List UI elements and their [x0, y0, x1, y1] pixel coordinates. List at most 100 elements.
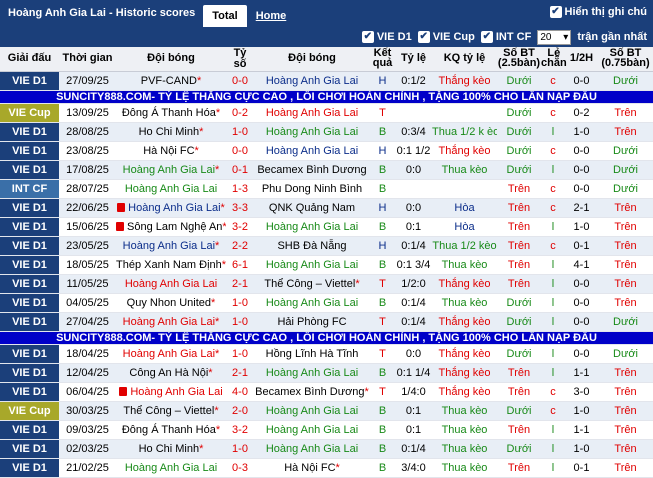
away-team-cell[interactable]: Hà Nội FC*: [254, 458, 370, 478]
table-row[interactable]: VIE D1 23/08/25 Hà Nội FC* 0-0 Hoàng Anh Gia…: [0, 141, 653, 161]
checkbox-checked-icon[interactable]: ✔: [480, 31, 493, 43]
score-cell[interactable]: 0-3: [226, 458, 254, 478]
ad-banner-row[interactable]: SUNCITY888.COM- TỶ LỆ THẮNG CỰC CAO , LỐ…: [0, 90, 653, 104]
score-cell[interactable]: 0-1: [226, 160, 254, 180]
table-row[interactable]: VIE D1 02/03/25 Ho Chi Minh* 1-0 Hoàng Anh G…: [0, 439, 653, 459]
table-row[interactable]: VIE D1 18/05/25 Thép Xanh Nam Định* 6-1 Hoàn…: [0, 255, 653, 275]
home-team-cell[interactable]: Hoàng Anh Gia Lai: [116, 458, 226, 478]
league-cell[interactable]: VIE D1: [0, 217, 59, 237]
table-row[interactable]: VIE D1 18/04/25 Hoàng Anh Gia Lai* 1-0 Hồng …: [0, 344, 653, 364]
tab-home[interactable]: Home: [247, 5, 296, 27]
away-team-cell[interactable]: Phu Dong Ninh Bình: [254, 179, 370, 199]
table-row[interactable]: VIE D1 28/08/25 Ho Chi Minh* 1-0 Hoàng Anh G…: [0, 122, 653, 142]
league-cell[interactable]: VIE D1: [0, 141, 59, 161]
league-cell[interactable]: VIE D1: [0, 236, 59, 256]
score-cell[interactable]: 0-2: [226, 103, 254, 123]
away-team-cell[interactable]: Hoàng Anh Gia Lai: [254, 141, 370, 161]
home-team-cell[interactable]: Đông Á Thanh Hóa*: [116, 420, 226, 440]
away-team-cell[interactable]: Hoàng Anh Gia Lai: [254, 103, 370, 123]
table-row[interactable]: VIE Cup 30/03/25 Thể Công – Viettel* 2-0 Hoà…: [0, 401, 653, 421]
away-team-cell[interactable]: Hải Phòng FC: [254, 312, 370, 332]
score-cell[interactable]: 0-0: [226, 141, 254, 161]
league-cell[interactable]: VIE D1: [0, 122, 59, 142]
score-cell[interactable]: 4-0: [226, 382, 254, 402]
away-team-cell[interactable]: Hoàng Anh Gia Lai: [254, 122, 370, 142]
league-cell[interactable]: VIE D1: [0, 255, 59, 275]
league-cell[interactable]: VIE D1: [0, 458, 59, 478]
score-cell[interactable]: 3-2: [226, 217, 254, 237]
table-row[interactable]: VIE D1 09/03/25 Đông Á Thanh Hóa* 3-2 Hoàng …: [0, 420, 653, 440]
ad-banner-row-2[interactable]: SUNCITY888.COM- TỶ LỆ THẮNG CỰC CAO , LỐ…: [0, 331, 653, 345]
filter-int-cf[interactable]: ✔ INT CF: [480, 31, 531, 43]
league-cell[interactable]: VIE D1: [0, 363, 59, 383]
league-cell[interactable]: VIE D1: [0, 420, 59, 440]
league-cell[interactable]: VIE D1: [0, 382, 59, 402]
table-row[interactable]: INT CF 28/07/25 Hoàng Anh Gia Lai 1-3 Phu Do…: [0, 179, 653, 199]
table-row[interactable]: VIE D1 22/06/25 Hoàng Anh Gia Lai* 3-3 QNK Q…: [0, 198, 653, 218]
score-cell[interactable]: 3-2: [226, 420, 254, 440]
away-team-cell[interactable]: Hoàng Anh Gia Lai: [254, 439, 370, 459]
tab-total[interactable]: Total: [203, 5, 247, 27]
table-row[interactable]: VIE D1 11/05/25 Hoàng Anh Gia Lai 2-1 Thể Cô…: [0, 274, 653, 294]
away-team-cell[interactable]: Hoàng Anh Gia Lai: [254, 401, 370, 421]
table-row[interactable]: VIE D1 27/04/25 Hoàng Anh Gia Lai* 1-0 Hải P…: [0, 312, 653, 332]
league-cell[interactable]: INT CF: [0, 179, 59, 199]
home-team-cell[interactable]: Hoàng Anh Gia Lai*: [116, 236, 226, 256]
home-team-cell[interactable]: Hoàng Anh Gia Lai: [116, 382, 226, 402]
home-team-cell[interactable]: Ho Chi Minh*: [116, 439, 226, 459]
home-team-cell[interactable]: Hà Nội FC*: [116, 141, 226, 161]
home-team-cell[interactable]: PVF-CAND*: [116, 71, 226, 91]
league-cell[interactable]: VIE D1: [0, 71, 59, 91]
score-cell[interactable]: 2-2: [226, 236, 254, 256]
away-team-cell[interactable]: Becamex Bình Dương: [254, 160, 370, 180]
home-team-cell[interactable]: Hoàng Anh Gia Lai*: [116, 160, 226, 180]
league-cell[interactable]: VIE D1: [0, 344, 59, 364]
home-team-cell[interactable]: Sông Lam Nghệ An*: [116, 217, 226, 237]
filter-vie-cup[interactable]: ✔ VIE Cup: [417, 31, 475, 43]
ad-banner-2[interactable]: SUNCITY888.COM- TỶ LỆ THẮNG CỰC CAO , LỐ…: [0, 331, 653, 345]
score-cell[interactable]: 3-3: [226, 198, 254, 218]
home-team-cell[interactable]: Thể Công – Viettel*: [116, 401, 226, 421]
score-cell[interactable]: 6-1: [226, 255, 254, 275]
score-cell[interactable]: 0-0: [226, 71, 254, 91]
table-row[interactable]: VIE D1 06/04/25 Hoàng Anh Gia Lai 4-0 Became…: [0, 382, 653, 402]
away-team-cell[interactable]: Hoàng Anh Gia Lai: [254, 363, 370, 383]
score-cell[interactable]: 1-0: [226, 439, 254, 459]
checkbox-checked-icon[interactable]: ✔: [549, 6, 562, 18]
table-row[interactable]: VIE D1 21/02/25 Hoàng Anh Gia Lai 0-3 Hà Nội…: [0, 458, 653, 478]
home-team-cell[interactable]: Hoàng Anh Gia Lai: [116, 274, 226, 294]
score-cell[interactable]: 1-0: [226, 293, 254, 313]
away-team-cell[interactable]: Hoàng Anh Gia Lai: [254, 255, 370, 275]
home-team-cell[interactable]: Hoàng Anh Gia Lai*: [116, 312, 226, 332]
league-cell[interactable]: VIE D1: [0, 198, 59, 218]
score-cell[interactable]: 1-3: [226, 179, 254, 199]
home-team-cell[interactable]: Thép Xanh Nam Định*: [116, 255, 226, 275]
score-cell[interactable]: 2-0: [226, 401, 254, 421]
score-cell[interactable]: 1-0: [226, 344, 254, 364]
home-team-cell[interactable]: Công An Hà Nội*: [116, 363, 226, 383]
home-team-cell[interactable]: Hoàng Anh Gia Lai*: [116, 198, 226, 218]
table-row[interactable]: VIE D1 12/04/25 Công An Hà Nội* 2-1 Hoàng An…: [0, 363, 653, 383]
league-cell[interactable]: VIE D1: [0, 274, 59, 294]
away-team-cell[interactable]: SHB Đà Nẵng: [254, 236, 370, 256]
home-team-cell[interactable]: Hoàng Anh Gia Lai: [116, 179, 226, 199]
table-row[interactable]: VIE D1 17/08/25 Hoàng Anh Gia Lai* 0-1 Becam…: [0, 160, 653, 180]
away-team-cell[interactable]: Hồng Lĩnh Hà Tĩnh: [254, 344, 370, 364]
home-team-cell[interactable]: Ho Chi Minh*: [116, 122, 226, 142]
score-cell[interactable]: 1-0: [226, 312, 254, 332]
table-row[interactable]: VIE Cup 13/09/25 Đông Á Thanh Hóa* 0-2 Hoàng…: [0, 103, 653, 123]
checkbox-checked-icon[interactable]: ✔: [417, 31, 430, 43]
score-cell[interactable]: 2-1: [226, 274, 254, 294]
table-row[interactable]: VIE D1 04/05/25 Quy Nhon United* 1-0 Hoàng A…: [0, 293, 653, 313]
away-team-cell[interactable]: Hoàng Anh Gia Lai: [254, 293, 370, 313]
table-row[interactable]: VIE D1 27/09/25 PVF-CAND* 0-0 Hoàng Anh Gia …: [0, 71, 653, 91]
league-cell[interactable]: VIE Cup: [0, 103, 59, 123]
ad-banner[interactable]: SUNCITY888.COM- TỶ LỆ THẮNG CỰC CAO , LỐ…: [0, 90, 653, 104]
checkbox-checked-icon[interactable]: ✔: [361, 31, 374, 43]
score-cell[interactable]: 2-1: [226, 363, 254, 383]
show-notes-toggle[interactable]: ✔ Hiển thị ghi chú: [549, 6, 647, 18]
home-team-cell[interactable]: Quy Nhon United*: [116, 293, 226, 313]
filter-vie-d1[interactable]: ✔ VIE D1: [361, 31, 412, 43]
league-cell[interactable]: VIE D1: [0, 293, 59, 313]
table-row[interactable]: VIE D1 23/05/25 Hoàng Anh Gia Lai* 2-2 SHB Đ…: [0, 236, 653, 256]
